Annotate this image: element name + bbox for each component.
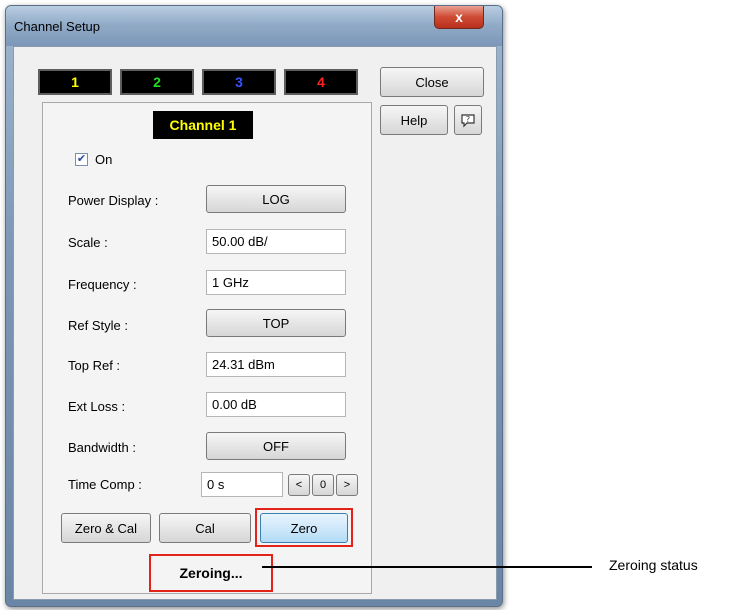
- context-help-button[interactable]: ?: [454, 105, 482, 135]
- svg-text:?: ?: [466, 115, 470, 124]
- checkmark-icon: ✔: [76, 153, 87, 165]
- window-title: Channel Setup: [14, 19, 101, 34]
- zero-button[interactable]: Zero: [260, 513, 348, 543]
- time-comp-label: Time Comp :: [68, 477, 142, 492]
- tab-channel-3-label: 3: [235, 74, 243, 90]
- channel-setup-window: Channel Setup x 1 2 3 4 Close Help ? Cha…: [5, 5, 503, 607]
- power-display-value: LOG: [262, 191, 290, 207]
- channel-title: Channel 1: [153, 111, 253, 139]
- help-button[interactable]: Help: [380, 105, 448, 135]
- zero-and-cal-button[interactable]: Zero & Cal: [61, 513, 151, 543]
- tab-channel-2-label: 2: [153, 74, 161, 90]
- time-comp-increment-label: >: [343, 479, 351, 491]
- scale-label: Scale :: [68, 235, 108, 250]
- tab-channel-4-label: 4: [317, 74, 325, 90]
- question-bubble-icon: ?: [461, 114, 475, 128]
- ref-style-label: Ref Style :: [68, 318, 128, 333]
- window-client-area: 1 2 3 4 Close Help ? Channel 1 ✔ On Powe…: [13, 46, 497, 600]
- close-button-label: Close: [415, 74, 449, 90]
- on-checkbox[interactable]: ✔: [75, 153, 88, 166]
- bandwidth-button[interactable]: OFF: [206, 432, 346, 460]
- time-comp-decrement-label: <: [295, 479, 303, 491]
- close-icon: x: [455, 9, 463, 25]
- tab-channel-4[interactable]: 4: [284, 69, 358, 95]
- tab-channel-3[interactable]: 3: [202, 69, 276, 95]
- help-button-label: Help: [400, 112, 428, 128]
- frequency-label: Frequency :: [68, 277, 137, 292]
- time-comp-decrement-button[interactable]: <: [288, 474, 310, 496]
- top-ref-label: Top Ref :: [68, 358, 121, 373]
- time-comp-increment-button[interactable]: >: [336, 474, 358, 496]
- power-display-label: Power Display :: [68, 193, 159, 208]
- callout-line: [262, 566, 592, 568]
- cal-button[interactable]: Cal: [159, 513, 251, 543]
- bandwidth-value: OFF: [263, 438, 289, 454]
- scale-field[interactable]: 50.00 dB/: [206, 229, 346, 254]
- window-close-button[interactable]: x: [434, 6, 484, 29]
- frequency-field[interactable]: 1 GHz: [206, 270, 346, 295]
- top-ref-field[interactable]: 24.31 dBm: [206, 352, 346, 377]
- bandwidth-label: Bandwidth :: [68, 440, 136, 455]
- ref-style-button[interactable]: TOP: [206, 309, 346, 337]
- callout-label: Zeroing status: [609, 557, 698, 573]
- zeroing-status-box: Zeroing...: [149, 554, 273, 592]
- ext-loss-field[interactable]: 0.00 dB: [206, 392, 346, 417]
- time-comp-step-label: 0: [319, 479, 327, 491]
- ref-style-value: TOP: [262, 315, 290, 331]
- ext-loss-label: Ext Loss :: [68, 399, 126, 414]
- tab-channel-2[interactable]: 2: [120, 69, 194, 95]
- on-checkbox-label: On: [95, 152, 113, 167]
- power-display-button[interactable]: LOG: [206, 185, 346, 213]
- zeroing-status-text: Zeroing...: [179, 565, 243, 581]
- zero-label: Zero: [290, 520, 318, 536]
- tab-channel-1[interactable]: 1: [38, 69, 112, 95]
- cal-label: Cal: [195, 520, 215, 536]
- close-button[interactable]: Close: [380, 67, 484, 97]
- title-bar[interactable]: Channel Setup x: [6, 6, 502, 46]
- zero-and-cal-label: Zero & Cal: [74, 520, 138, 536]
- channel-settings-panel: Channel 1 ✔ On Power Display : LOG Scale…: [42, 102, 372, 594]
- time-comp-field[interactable]: 0 s: [201, 472, 283, 497]
- tab-channel-1-label: 1: [71, 74, 79, 90]
- time-comp-step-button[interactable]: 0: [312, 474, 334, 496]
